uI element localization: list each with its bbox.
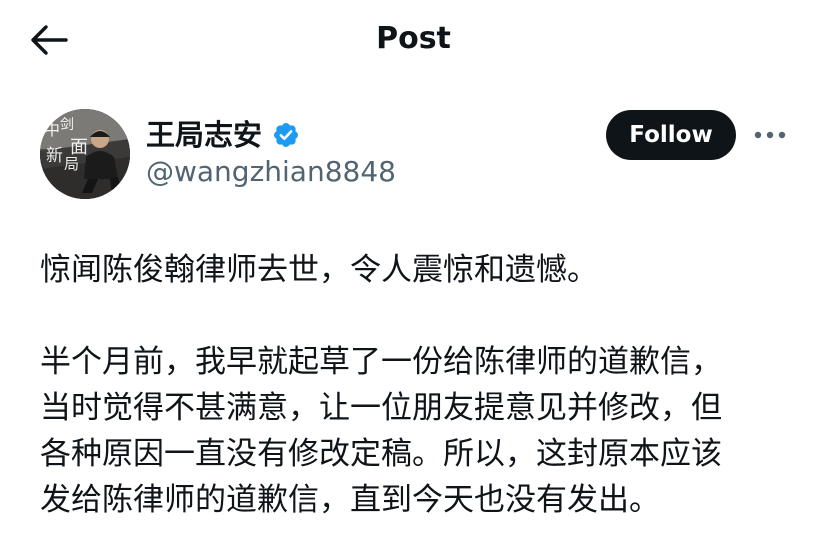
author-handle[interactable]: @wangzhian8848 [146,154,396,190]
post-paragraph: 惊闻陈俊翰律师去世，令人震惊和遗憾。 [40,252,598,288]
svg-text:中: 中 [44,120,60,139]
post-text: 惊闻陈俊翰律师去世，令人震惊和遗憾。 半个月前，我早就起草了一份给陈律师的道歉信… [40,247,810,523]
follow-button[interactable]: Follow [606,110,736,160]
more-options-icon [754,131,786,139]
post-page: Post 中 剑 新 局 面 王局志安 @wangzhian8848 Follo… [0,0,827,544]
svg-text:新: 新 [46,146,63,166]
post-header: Post [0,0,827,82]
author-name[interactable]: 王局志安 [146,116,262,154]
svg-text:剑: 剑 [60,117,74,133]
post-paragraph: 半个月前，我早就起草了一份给陈律师的道歉信， 当时觉得不甚满意，让一位朋友提意见… [40,344,722,518]
more-options-button[interactable] [752,120,788,150]
verified-badge-icon [274,123,298,147]
svg-text:面: 面 [70,137,88,158]
avatar[interactable]: 中 剑 新 局 面 [40,109,130,199]
avatar-image: 中 剑 新 局 面 [40,109,130,199]
page-title: Post [376,21,451,56]
